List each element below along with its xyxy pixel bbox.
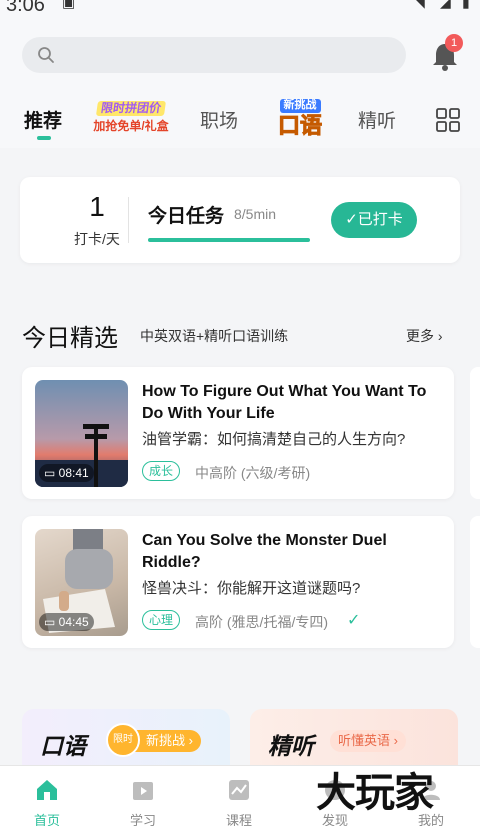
grid-menu-icon[interactable] [436,108,460,132]
divider [128,197,129,243]
task-title: 今日任务 [148,206,225,227]
next-card-peek [470,367,480,499]
video-title-en: Can You Solve the Monster Duel Riddle? [142,532,387,571]
difficulty-level: 高阶 (雅思/托福/专四) [195,614,328,630]
status-time: 3:06 [6,0,45,16]
video-title-en: How To Figure Out What You Want To Do Wi… [142,383,427,422]
category-tabs: 推荐 限时拼团价 加抢免单/礼盒 职场 新挑战 口语 精听 [0,92,480,148]
video-title-zh: 怪兽决斗：你能解开这道谜题吗? [142,580,361,597]
nav-label: 课程 [225,813,252,826]
completed-check-icon: ✓ [347,612,361,629]
active-tab-indicator [37,136,51,140]
promo-label: 新挑战 [279,99,321,113]
notification-badge: 1 [445,34,463,52]
home-icon [37,780,57,800]
course-chart-icon [229,780,249,800]
header: 1 [0,18,480,98]
tab-oral-challenge-promo[interactable]: 新挑战 口语 [268,96,332,140]
battery-icon: ▮ [462,0,470,10]
section-title: 今日精选 [22,325,118,352]
video-card[interactable]: ▭ 08:41 How To Figure Out What You Want … [22,367,454,499]
nav-home[interactable]: 首页 [12,766,82,826]
more-link[interactable]: 更多 › [406,326,443,346]
daily-task-card: 1 打卡/天 今日任务 8/5min ✓已打卡 [20,177,460,263]
understand-english-pill[interactable]: 听懂英语 › [330,730,406,752]
video-duration: ▭ 08:41 [39,464,94,482]
tab-intensive-listening[interactable]: 精听 [358,106,396,133]
featured-section-header: 今日精选 中英双语+精听口语训练 更多 › [0,310,480,358]
play-book-icon [133,782,153,800]
search-input[interactable] [22,37,406,73]
card-title: 口语 [40,733,86,759]
promo-label: 口语 [277,112,322,138]
watermark: 大玩家 [316,771,434,815]
streak-count: 1 [89,191,105,222]
status-bar: 3:06 ▣ ◥ ◢ ▮ [0,0,480,18]
nav-study[interactable]: 学习 [108,766,178,826]
tab-group-buy-promo[interactable]: 限时拼团价 加抢免单/礼盒 [88,100,174,140]
wifi-icon: ◥ [414,0,425,10]
video-thumbnail: ▭ 04:45 [35,529,128,636]
topic-tag: 成长 [142,461,181,481]
alarm-clock-icon: 限时 [106,723,140,757]
next-card-peek [470,516,480,648]
video-title-zh: 油管学霸：如何搞清楚自己的人生方向? [142,431,406,448]
promo-label: 加抢免单/礼盒 [93,118,169,133]
video-card[interactable]: ▭ 04:45 Can You Solve the Monster Duel R… [22,516,454,648]
tab-recommend[interactable]: 推荐 [24,106,62,133]
tab-workplace[interactable]: 职场 [200,106,238,133]
task-progress-bar [148,238,310,242]
topic-tag: 心理 [142,610,181,630]
card-title: 精听 [268,733,314,759]
streak-label: 打卡/天 [74,231,120,247]
video-thumbnail: ▭ 08:41 [35,380,128,487]
search-icon [38,47,54,63]
video-duration: ▭ 04:45 [39,613,94,631]
duration-text: 08:41 [58,466,89,480]
checked-in-button[interactable]: ✓已打卡 [331,202,417,238]
duration-text: 04:45 [58,615,89,629]
difficulty-level: 中高阶 (六级/考研) [195,465,311,481]
promo-label: 限时拼团价 [95,101,167,116]
signal-icon: ◢ [440,0,451,10]
nav-label: 首页 [33,813,60,826]
app-notification-icon: ▣ [62,0,76,10]
section-subtitle: 中英双语+精听口语训练 [140,328,289,344]
nav-courses[interactable]: 课程 [204,766,274,826]
nav-label: 学习 [129,813,156,826]
task-progress: 8/5min [234,206,277,222]
